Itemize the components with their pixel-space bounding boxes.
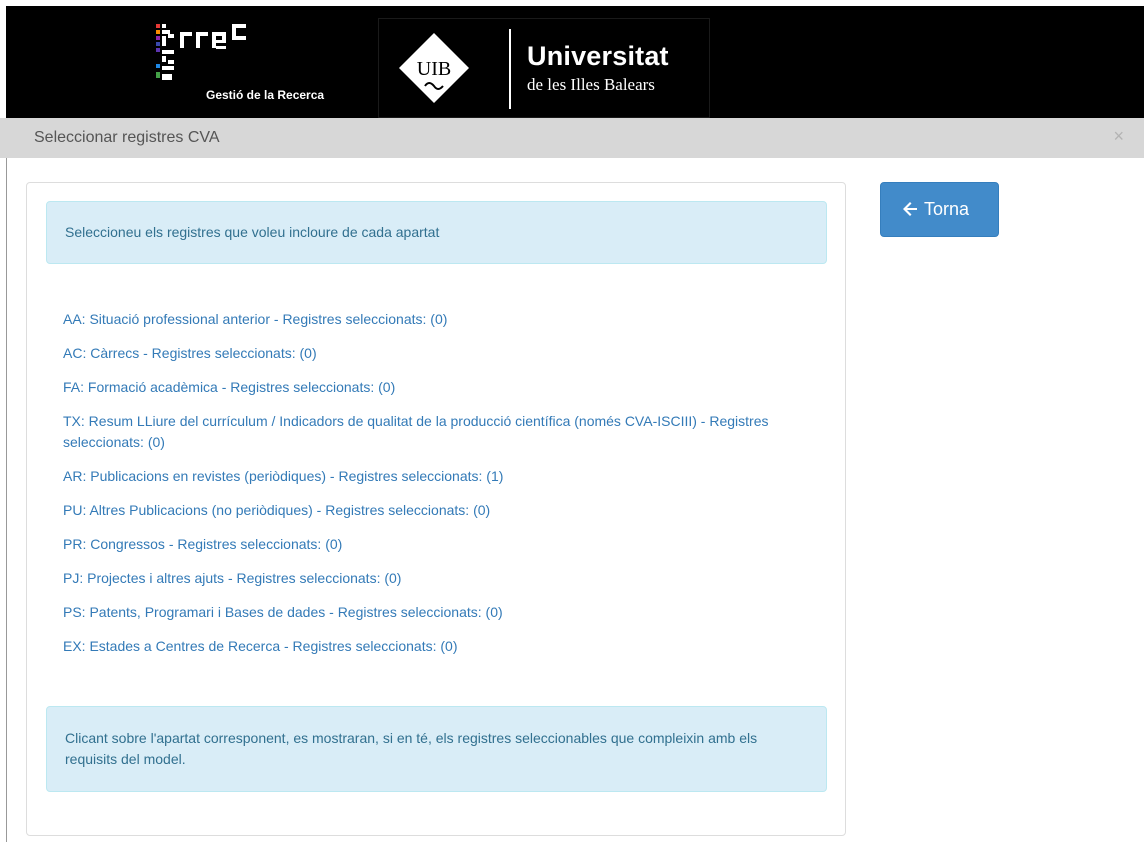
grec-subtitle: Gestió de la Recerca	[206, 88, 325, 102]
uib-diamond-icon: UIB	[399, 33, 469, 103]
info-alert: Seleccioneu els registres que voleu incl…	[46, 201, 827, 264]
svg-text:UIB: UIB	[417, 58, 451, 80]
section-link-fa[interactable]: FA: Formació acadèmica - Registres selec…	[63, 377, 803, 398]
grec-logo: Gestió de la Recerca	[154, 24, 364, 108]
logo-separator	[509, 29, 511, 109]
close-button[interactable]: ×	[1113, 126, 1124, 147]
section-link-pr[interactable]: PR: Congressos - Registres seleccionats:…	[63, 534, 803, 555]
back-button[interactable]: Torna	[880, 182, 999, 237]
university-subtitle: de les Illes Balears	[527, 75, 655, 94]
section-link-tx[interactable]: TX: Resum LLiure del currículum / Indica…	[63, 411, 803, 452]
section-link-ps[interactable]: PS: Patents, Programari i Bases de dades…	[63, 602, 803, 623]
section-link-ac[interactable]: AC: Càrrecs - Registres seleccionats: (0…	[63, 343, 803, 364]
back-button-label: Torna	[924, 199, 970, 219]
uib-logo: UIB Universitat de les Illes Balears	[378, 18, 710, 118]
section-link-pu[interactable]: PU: Altres Publicacions (no periòdiques)…	[63, 500, 803, 521]
dialog-header: Seleccionar registres CVA ×	[0, 118, 1144, 158]
top-banner: Gestió de la Recerca UIB Universitat de …	[0, 0, 1144, 118]
section-link-aa[interactable]: AA: Situació professional anterior - Reg…	[63, 309, 803, 330]
section-link-ar[interactable]: AR: Publicacions en revistes (periòdique…	[63, 466, 803, 487]
arrow-left-icon	[903, 202, 917, 216]
section-list: AA: Situació professional anterior - Reg…	[63, 309, 803, 670]
selection-panel: Seleccioneu els registres que voleu incl…	[26, 182, 846, 836]
banner-background: Gestió de la Recerca UIB Universitat de …	[6, 6, 1144, 118]
section-link-pj[interactable]: PJ: Projectes i altres ajuts - Registres…	[63, 568, 803, 589]
university-name: Universitat	[527, 41, 669, 71]
dialog-title: Seleccionar registres CVA	[34, 129, 220, 146]
help-alert: Clicant sobre l'apartat corresponent, es…	[46, 706, 827, 792]
section-link-ex[interactable]: EX: Estades a Centres de Recerca - Regis…	[63, 636, 803, 657]
left-border	[6, 158, 7, 842]
